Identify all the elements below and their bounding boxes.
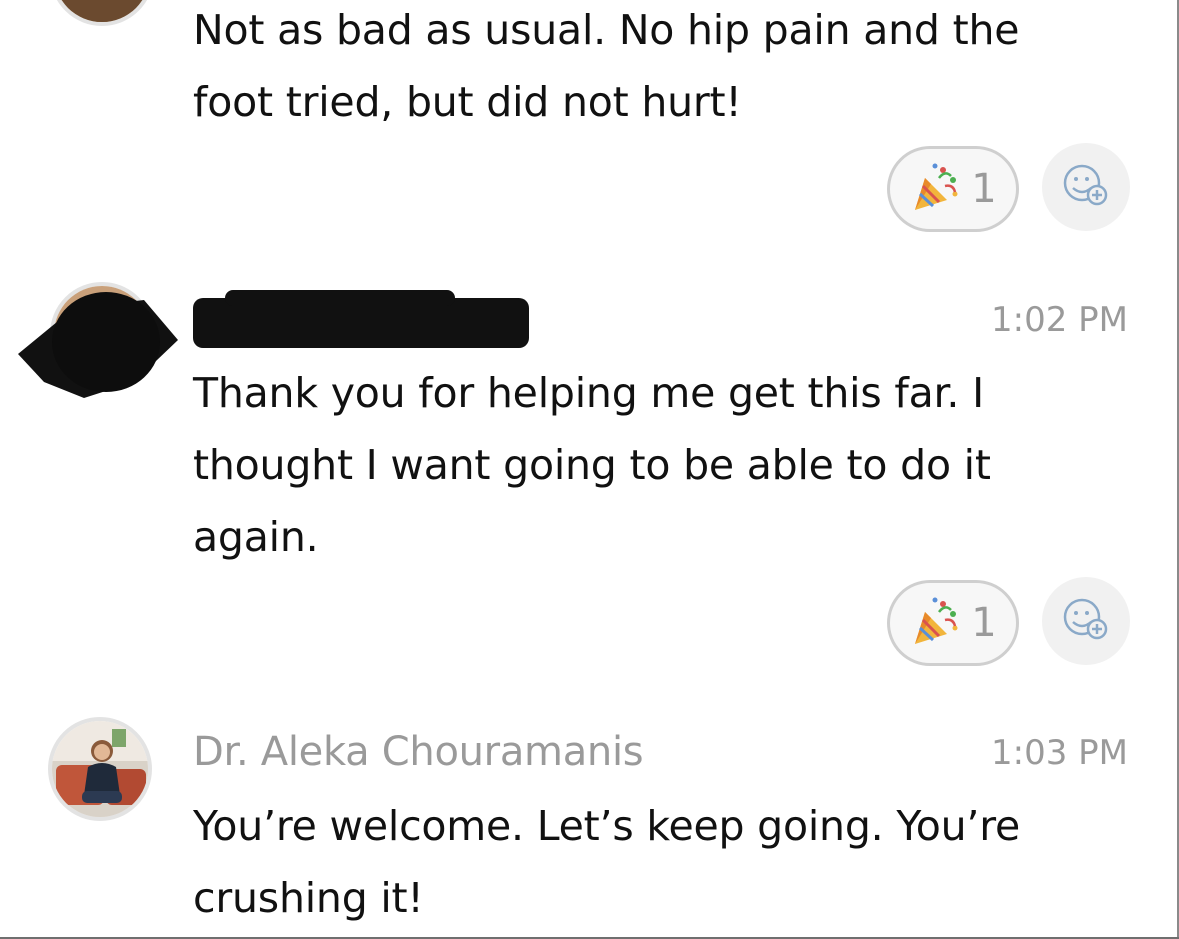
message-3: Dr. Aleka Chouramanis 1:03 PM You’re wel…	[0, 705, 1179, 937]
add-emoji-icon	[1060, 159, 1112, 215]
reaction-pill[interactable]: 1	[887, 146, 1019, 232]
message-2: 1:02 PM Thank you for helping me get thi…	[0, 270, 1179, 690]
add-reaction-button[interactable]	[1042, 577, 1130, 665]
reaction-count: 1	[971, 600, 997, 646]
sender-redaction-stroke	[225, 290, 455, 306]
message-text: Not as bad as usual. No hip pain and the…	[193, 6, 1020, 126]
add-emoji-icon	[1060, 593, 1112, 649]
avatar-redaction	[18, 292, 178, 398]
add-reaction-button[interactable]	[1042, 143, 1130, 231]
timestamp: 1:03 PM	[991, 733, 1128, 773]
avatar[interactable]	[50, 0, 154, 26]
message-1: Not as bad as usual. No hip pain and the…	[0, 0, 1179, 250]
message-text: Thank you for helping me get this far. I…	[193, 369, 991, 561]
timestamp: 1:02 PM	[991, 300, 1128, 340]
reaction-pill[interactable]: 1	[887, 580, 1019, 666]
party-popper-icon	[909, 594, 963, 652]
party-popper-icon	[909, 160, 963, 218]
message-text: You’re welcome. Let’s keep going. You’re…	[193, 802, 1021, 922]
reaction-count: 1	[971, 166, 997, 212]
avatar[interactable]	[48, 717, 152, 821]
sender-name: Dr. Aleka Chouramanis	[193, 729, 644, 775]
